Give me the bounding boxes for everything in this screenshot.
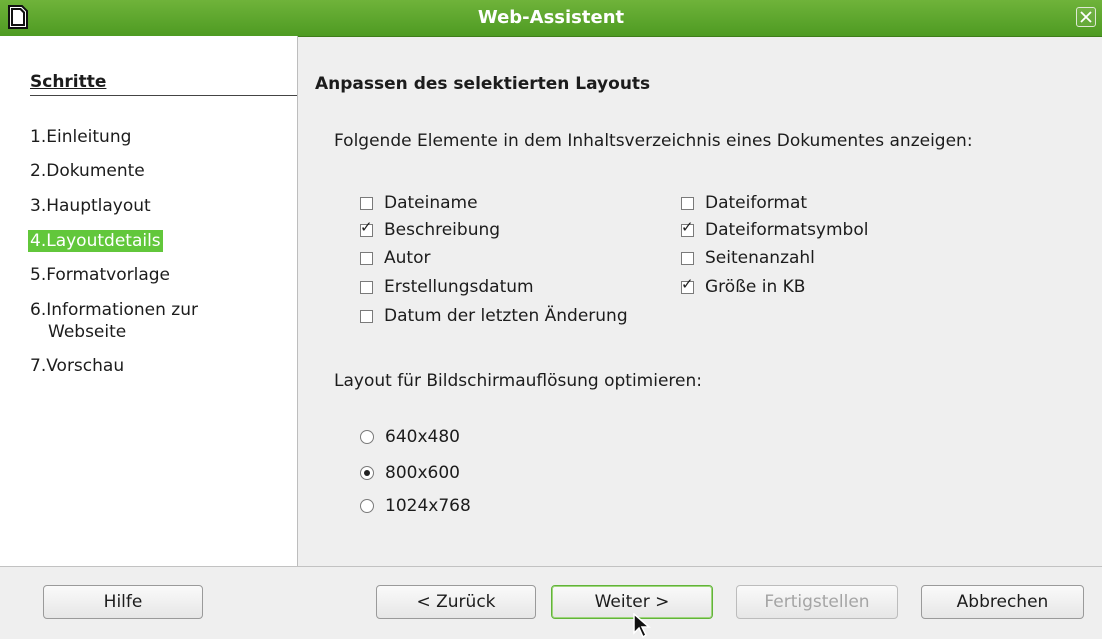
checkbox-autor[interactable]: Autor <box>360 248 430 268</box>
checkbox-box[interactable]: ✓ <box>360 219 373 237</box>
step-hauptlayout[interactable]: 3.Hauptlayout <box>30 195 151 217</box>
radio-circle[interactable] <box>360 499 374 513</box>
back-button[interactable]: < Zurück <box>376 585 536 619</box>
checkbox-label: Datum der letzten Änderung <box>384 306 628 326</box>
radio-circle[interactable] <box>360 466 374 480</box>
close-icon <box>1080 11 1092 23</box>
radio-label: 800x600 <box>385 463 460 483</box>
checkmark-icon: ✓ <box>681 217 694 236</box>
checkbox-dateiformat[interactable]: Dateiformat <box>681 193 807 213</box>
checkbox-box[interactable] <box>360 196 373 210</box>
step-formatvorlage[interactable]: 5.Formatvorlage <box>30 264 170 286</box>
checkbox-box[interactable]: ✓ <box>681 276 694 294</box>
radio-circle[interactable] <box>360 430 374 444</box>
radio-label: 1024x768 <box>385 496 471 516</box>
checkbox-dateiname[interactable]: Dateiname <box>360 193 478 213</box>
checkbox-box[interactable] <box>681 251 694 265</box>
step-layoutdetails[interactable]: 4.Layoutdetails <box>28 230 163 252</box>
checkmark-icon: ✓ <box>360 217 373 236</box>
help-button[interactable]: Hilfe <box>43 585 203 619</box>
step-informationen[interactable]: 6.Informationen zur Webseite <box>30 299 198 343</box>
step-einleitung[interactable]: 1.Einleitung <box>30 126 131 148</box>
checkbox-label: Erstellungsdatum <box>384 277 534 297</box>
checkbox-label: Beschreibung <box>384 220 501 240</box>
checkbox-box[interactable]: ✓ <box>681 219 694 237</box>
checkbox-box[interactable] <box>360 280 373 294</box>
button-bar-separator <box>0 566 1102 567</box>
finish-button: Fertigstellen <box>736 585 898 619</box>
checkbox-label: Autor <box>384 248 431 268</box>
checkbox-dateiformatsymbol[interactable]: ✓ Dateiformatsymbol <box>681 219 869 240</box>
close-button[interactable] <box>1076 7 1096 27</box>
step-dokumente[interactable]: 2.Dokumente <box>30 160 145 182</box>
title-bar: Web-Assistent <box>0 0 1102 37</box>
checkbox-label: Seitenanzahl <box>705 248 815 268</box>
checkbox-box[interactable] <box>360 251 373 265</box>
window-title: Web-Assistent <box>477 7 625 28</box>
step-vorschau[interactable]: 7.Vorschau <box>30 355 124 377</box>
radio-label: 640x480 <box>385 427 460 447</box>
steps-heading: Schritte <box>30 72 297 96</box>
checkbox-box[interactable] <box>681 196 694 210</box>
radio-dot-icon <box>364 470 370 476</box>
checkbox-datum-aenderung[interactable]: Datum der letzten Änderung <box>360 306 628 326</box>
radio-800x600[interactable]: 800x600 <box>360 463 460 483</box>
checkbox-erstellungsdatum[interactable]: Erstellungsdatum <box>360 277 534 297</box>
checkbox-label: Größe in KB <box>705 277 806 297</box>
checkbox-label: Dateiname <box>384 193 478 213</box>
page-heading: Anpassen des selektierten Layouts <box>315 74 651 94</box>
radio-640x480[interactable]: 640x480 <box>360 427 460 447</box>
checkbox-box[interactable] <box>360 309 373 323</box>
checkbox-seitenanzahl[interactable]: Seitenanzahl <box>681 248 815 268</box>
checkbox-label: Dateiformat <box>705 193 808 213</box>
next-button[interactable]: Weiter > <box>551 585 713 619</box>
checkbox-beschreibung[interactable]: ✓ Beschreibung <box>360 219 501 240</box>
resolution-label: Layout für Bildschirmauflösung optimiere… <box>334 371 702 391</box>
cancel-button[interactable]: Abbrechen <box>921 585 1084 619</box>
elements-label: Folgende Elemente in dem Inhaltsverzeich… <box>334 131 973 151</box>
radio-1024x768[interactable]: 1024x768 <box>360 496 471 516</box>
checkbox-label: Dateiformatsymbol <box>705 220 869 240</box>
checkbox-groesse-kb[interactable]: ✓ Größe in KB <box>681 276 806 297</box>
checkmark-icon: ✓ <box>681 274 694 293</box>
mouse-pointer-icon <box>633 613 651 639</box>
